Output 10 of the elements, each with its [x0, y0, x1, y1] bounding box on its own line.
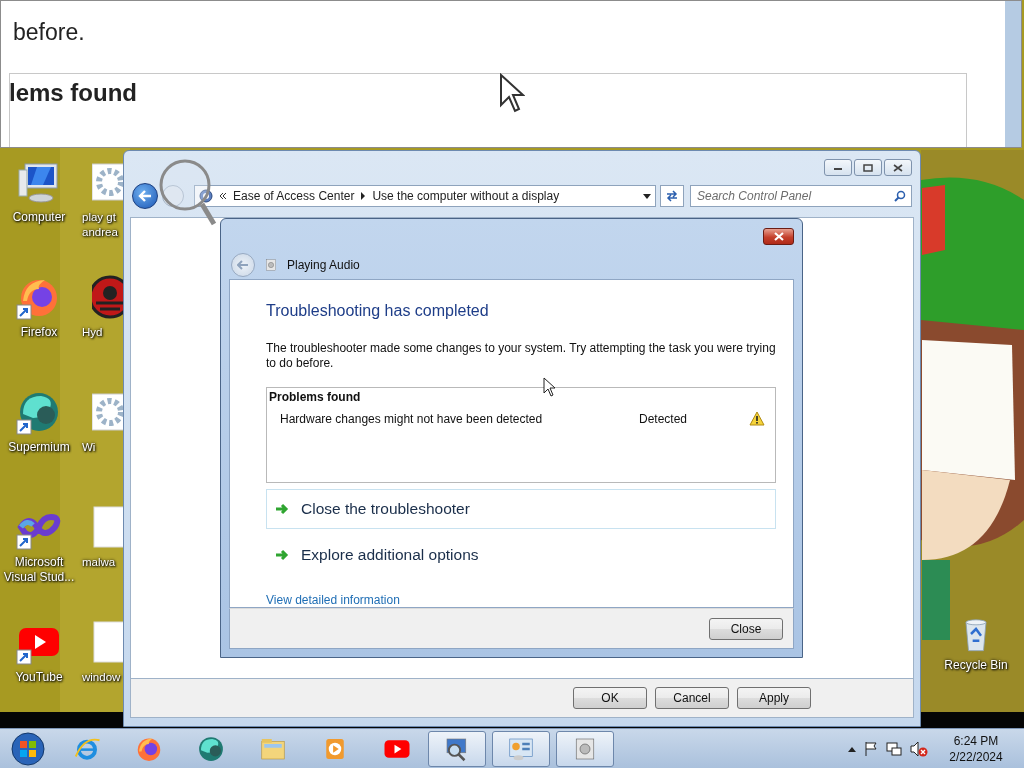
clock-time: 6:24 PM [953, 733, 999, 749]
taskbar-button[interactable] [556, 731, 614, 767]
flag-icon[interactable] [864, 741, 878, 757]
caret-icon[interactable] [848, 746, 856, 752]
network-icon[interactable] [886, 741, 902, 757]
muted-speaker-icon[interactable] [910, 741, 928, 757]
supermium-icon [196, 734, 226, 764]
taskbar-button[interactable] [428, 731, 486, 767]
taskbar-button[interactable] [492, 731, 550, 767]
clock-date: 2/22/2024 [949, 749, 1003, 765]
